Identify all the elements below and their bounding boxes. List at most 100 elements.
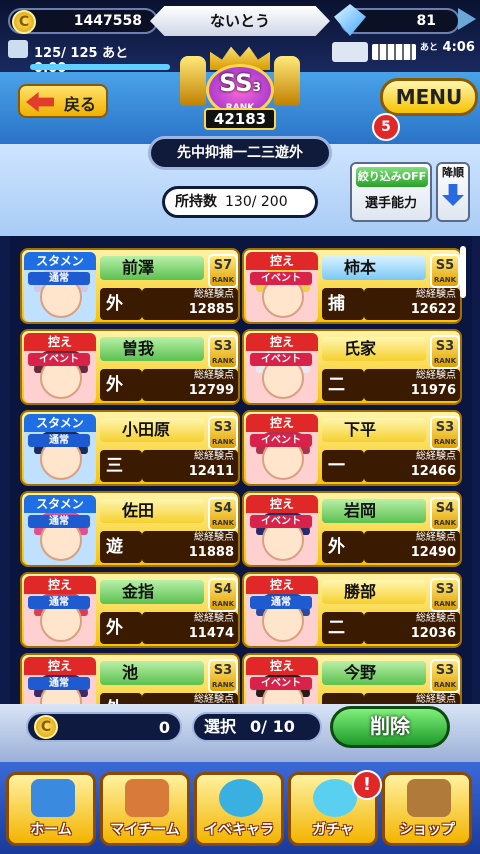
player-position: 捕 xyxy=(322,288,364,320)
stamina-icon xyxy=(8,40,28,58)
lineup-status-badge: 控え xyxy=(24,576,96,594)
player-rank: S3 xyxy=(213,420,233,435)
player-card[interactable]: 控え イベント 氏家 S3 RANK 二 総経験点 11976 xyxy=(242,329,462,405)
player-rank-badge: S5 RANK xyxy=(430,254,460,288)
total-exp: 総経験点 12036 xyxy=(364,612,460,644)
coin-icon: C xyxy=(12,10,36,34)
total-exp: 総経験点 12466 xyxy=(364,450,460,482)
sort-key[interactable]: 選手能力 xyxy=(352,192,430,211)
nav-shop[interactable]: ショップ xyxy=(382,772,472,846)
nav-label: マイチーム xyxy=(110,822,180,838)
exp-value: 12036 xyxy=(410,626,456,641)
team-rank-emblem: SS3 RANK 42183 xyxy=(176,44,304,136)
player-card[interactable]: スタメン 通常 佐田 S4 RANK 遊 総経験点 11888 xyxy=(20,491,240,567)
team-icon xyxy=(125,779,169,817)
player-position: 二 xyxy=(322,612,364,644)
player-rank: S3 xyxy=(213,339,233,354)
menu-button[interactable]: MENU xyxy=(380,78,478,116)
nav-label: ショップ xyxy=(399,822,455,838)
timer-prefix: あと xyxy=(420,43,439,53)
player-card[interactable]: 控え 通常 勝部 S3 RANK 二 総経験点 12036 xyxy=(242,572,462,648)
player-card[interactable]: 控え通常池S3RANK 外 総経験点 xyxy=(20,653,240,704)
player-card[interactable]: スタメン 通常 前澤 S7 RANK 外 総経験点 12885 xyxy=(20,248,240,324)
nav-label: イベキャラ xyxy=(204,822,274,838)
lineup-status-badge: スタメン xyxy=(24,414,96,432)
player-name: 柿本 xyxy=(322,256,426,280)
player-rank-badge: S3 RANK xyxy=(208,659,238,693)
player-rank: S3 xyxy=(435,663,455,678)
player-name: 下平 xyxy=(322,418,426,442)
recovery-timer: あと 4:06 xyxy=(420,40,475,55)
player-portrait: 控え 通常 xyxy=(24,576,96,646)
nav-event-character[interactable]: イベキャラ xyxy=(194,772,284,846)
player-type-badge: イベント xyxy=(250,272,312,285)
coin-counter: C 1447558 xyxy=(8,8,158,34)
owned-label: 所持数 xyxy=(175,194,217,210)
ticket-icon xyxy=(332,42,368,62)
lineup-status-badge: 控え xyxy=(246,414,318,432)
rank-points: 42183 xyxy=(204,108,276,130)
player-portrait: 控え 通常 xyxy=(246,576,318,646)
nav-home[interactable]: ホーム xyxy=(6,772,96,846)
player-card[interactable]: スタメン 通常 小田原 S3 RANK 三 総経験点 12411 xyxy=(20,410,240,486)
player-type-badge: 通常 xyxy=(250,596,312,609)
player-position: 二 xyxy=(322,369,364,401)
player-rank: S3 xyxy=(435,420,455,435)
exp-label: 総経験点 xyxy=(416,451,456,462)
sort-order-button[interactable]: 降順 xyxy=(436,162,470,222)
player-rank: S7 xyxy=(213,258,233,273)
nav-my-team[interactable]: マイチーム xyxy=(100,772,190,846)
coin-icon: C xyxy=(34,715,58,739)
player-name: 前澤 xyxy=(100,256,204,280)
stamina-fill xyxy=(30,64,170,70)
total-exp: 総経験点 12490 xyxy=(364,531,460,563)
player-portrait: 控え 通常 xyxy=(24,657,96,704)
exp-label: 総経験点 xyxy=(194,289,234,300)
gem-counter[interactable]: 81 xyxy=(334,4,460,36)
exp-value: 11976 xyxy=(410,383,456,398)
stamina-bar xyxy=(30,64,170,70)
scrollbar[interactable] xyxy=(460,246,466,298)
player-type-badge: イベント xyxy=(250,434,312,447)
username-plate[interactable]: ないとう xyxy=(150,6,330,36)
exp-value: 12885 xyxy=(188,302,234,317)
exp-value: 11888 xyxy=(188,545,234,560)
exp-label: 総経験点 xyxy=(416,694,456,704)
player-rank-badge: S3 RANK xyxy=(430,578,460,612)
player-portrait: スタメン 通常 xyxy=(24,495,96,565)
player-portrait: 控え イベント xyxy=(24,333,96,403)
lineup-status-badge: 控え xyxy=(246,333,318,351)
selection-counter: 選択 0/ 10 xyxy=(192,712,322,742)
narrow-filter-toggle[interactable]: 絞り込みOFF xyxy=(356,167,428,187)
nav-label: ガチャ xyxy=(312,822,354,838)
player-card[interactable]: 控え 通常 金指 S4 RANK 外 総経験点 11474 xyxy=(20,572,240,648)
player-card[interactable]: 控え イベント 曽我 S3 RANK 外 総経験点 12799 xyxy=(20,329,240,405)
home-icon xyxy=(31,779,75,817)
position-filter[interactable]: 先中抑捕一二三遊外 xyxy=(148,136,332,170)
sort-box[interactable]: 絞り込みOFF 選手能力 xyxy=(350,162,432,222)
total-exp: 総経験点 12799 xyxy=(142,369,238,401)
player-card[interactable]: 控え イベント 今野 S3 RANK 総経験点 xyxy=(242,653,462,704)
back-button[interactable]: 戻る xyxy=(18,84,108,118)
player-rank-badge: S3 RANK xyxy=(208,335,238,369)
player-rank-badge: S3 RANK xyxy=(430,659,460,693)
gacha-icon xyxy=(313,779,357,817)
player-card[interactable]: 控え イベント 下平 S3 RANK 一 総経験点 12466 xyxy=(242,410,462,486)
exp-label: 総経験点 xyxy=(416,370,456,381)
rank-level: 3 xyxy=(252,80,261,94)
player-card[interactable]: 控え イベント 柿本 S5 RANK 捕 総経験点 12622 xyxy=(242,248,462,324)
lineup-status-badge: 控え xyxy=(246,495,318,513)
player-list[interactable]: スタメン 通常 前澤 S7 RANK 外総経験点 12885 控え イベント 柿本 S5 RANK 捕総… xyxy=(10,236,472,704)
player-rank: S3 xyxy=(435,339,455,354)
player-rank-badge: S4 RANK xyxy=(430,497,460,531)
exp-label: 総経験点 xyxy=(416,613,456,624)
player-portrait: スタメン 通常 xyxy=(24,252,96,322)
gacha-alert-badge: ! xyxy=(352,770,382,800)
delete-button[interactable]: 削除 xyxy=(330,706,450,748)
exp-value: 12490 xyxy=(410,545,456,560)
coin-value: 1447558 xyxy=(73,13,142,29)
player-name: 曽我 xyxy=(100,337,204,361)
event-character-icon xyxy=(219,779,263,817)
player-card[interactable]: 控え イベント 岩岡 S4 RANK 外 総経験点 12490 xyxy=(242,491,462,567)
player-name: 佐田 xyxy=(100,499,204,523)
